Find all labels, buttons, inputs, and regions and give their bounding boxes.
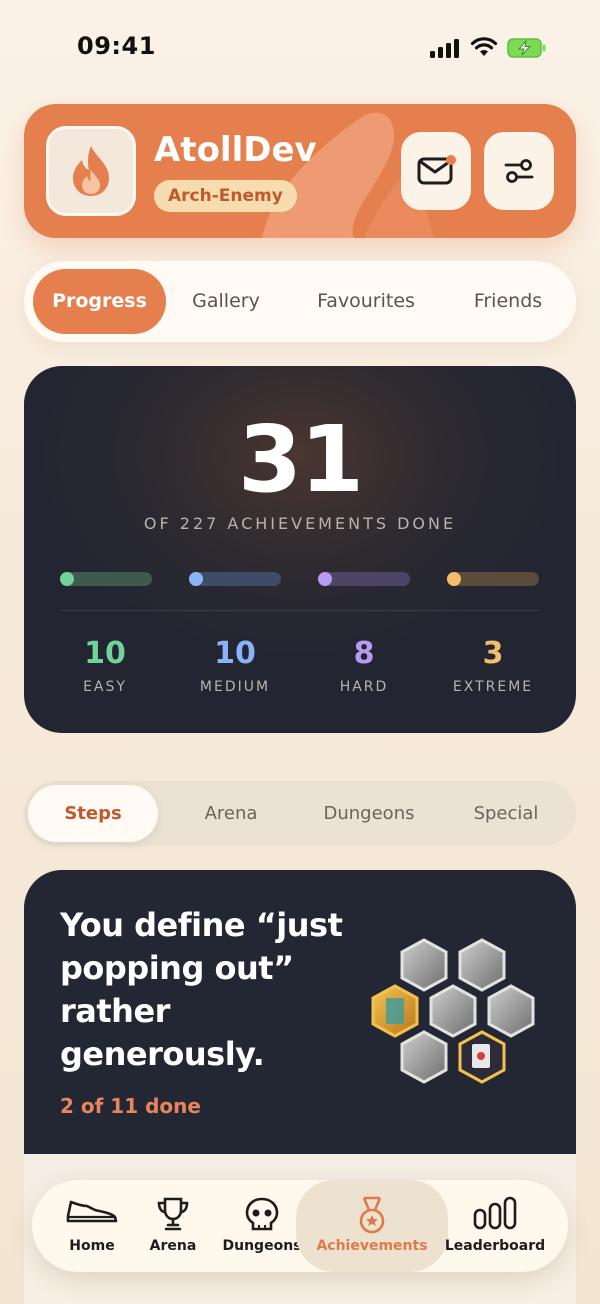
tab-favourites[interactable]: Favourites	[296, 269, 436, 334]
tab-gallery[interactable]: Gallery	[166, 269, 286, 334]
battery-charging-icon	[507, 38, 546, 58]
badge-hex-2	[458, 938, 506, 992]
nav-leaderboard-label: Leaderboard	[444, 1238, 546, 1254]
medal-icon	[359, 1196, 385, 1234]
extreme-label: EXTREME	[452, 679, 534, 695]
tab-arena[interactable]: Arena	[164, 785, 298, 842]
nav-home-label: Home	[69, 1238, 115, 1254]
profile-header-card: AtollDev Arch-Enemy	[24, 104, 576, 238]
status-bar: 09:41	[0, 0, 600, 96]
extreme-count: 3	[482, 636, 504, 671]
avatar[interactable]	[46, 126, 136, 216]
extreme-stat: 3 EXTREME	[424, 636, 562, 695]
tab-steps[interactable]: Steps	[28, 785, 158, 842]
achievement-group-title: You define “just popping out” rather gen…	[60, 906, 343, 1073]
medium-stat: 10 MEDIUM	[166, 636, 304, 695]
hard-stat: 8 HARD	[295, 636, 433, 695]
wifi-icon	[470, 37, 498, 56]
stats-divider	[60, 610, 540, 611]
tab-progress[interactable]: Progress	[33, 269, 166, 334]
hard-progress-bar	[318, 572, 410, 586]
medium-label: MEDIUM	[199, 679, 271, 695]
achievements-done-subtitle: OF 227 ACHIEVEMENTS DONE	[143, 514, 457, 533]
rank-badge: Arch-Enemy	[154, 180, 297, 212]
tab-friends[interactable]: Friends	[446, 269, 570, 334]
nav-achievements[interactable]: Achievements	[296, 1180, 448, 1272]
bottom-navigation: Home Arena Dungeons Achievements Leaderb…	[32, 1180, 568, 1272]
tab-special[interactable]: Special	[440, 785, 572, 842]
easy-stat: 10 EASY	[36, 636, 174, 695]
easy-label: EASY	[83, 679, 127, 695]
username: AtollDev	[154, 130, 317, 170]
achievement-group-progress: 2 of 11 done	[60, 1094, 201, 1118]
badge-hex-5	[487, 984, 535, 1038]
medium-progress-bar	[189, 572, 281, 586]
notification-dot	[446, 155, 456, 165]
trophy-icon	[157, 1197, 189, 1231]
profile-tabs: Progress Gallery Favourites Friends	[24, 261, 576, 342]
skull-icon	[245, 1197, 279, 1231]
easy-count: 10	[84, 636, 126, 671]
tab-dungeons[interactable]: Dungeons	[302, 785, 436, 842]
category-tabs: Steps Arena Dungeons Special	[24, 781, 576, 846]
nav-dungeons[interactable]: Dungeons	[220, 1180, 304, 1272]
achievement-stats-card: 31 OF 227 ACHIEVEMENTS DONE 10 EASY 10 M…	[24, 366, 576, 733]
nav-arena[interactable]: Arena	[138, 1180, 208, 1272]
badge-hex-4	[429, 984, 477, 1038]
nav-dungeons-label: Dungeons	[222, 1238, 302, 1254]
achievement-badges-cluster	[371, 938, 535, 1084]
badge-hex-6	[400, 1030, 448, 1084]
flame-icon	[73, 146, 109, 196]
status-time: 09:41	[77, 32, 156, 60]
nav-leaderboard[interactable]: Leaderboard	[440, 1180, 550, 1272]
settings-button[interactable]	[484, 132, 554, 210]
nav-arena-label: Arena	[149, 1238, 197, 1254]
medium-count: 10	[214, 636, 256, 671]
inbox-button[interactable]	[401, 132, 471, 210]
easy-progress-bar	[60, 572, 152, 586]
achievements-done-count: 31	[237, 406, 364, 513]
sliders-icon	[504, 159, 534, 183]
shoe-icon	[66, 1200, 118, 1223]
extreme-progress-bar	[447, 572, 539, 586]
hard-label: HARD	[339, 679, 389, 695]
achievement-group-card[interactable]: You define “just popping out” rather gen…	[24, 870, 576, 1170]
leaderboard-icon	[473, 1196, 517, 1230]
hard-count: 8	[353, 636, 375, 671]
nav-home[interactable]: Home	[56, 1180, 128, 1272]
cellular-signal-icon	[430, 38, 460, 58]
nav-achievements-label: Achievements	[316, 1238, 428, 1254]
badge-hex-1	[400, 938, 448, 992]
